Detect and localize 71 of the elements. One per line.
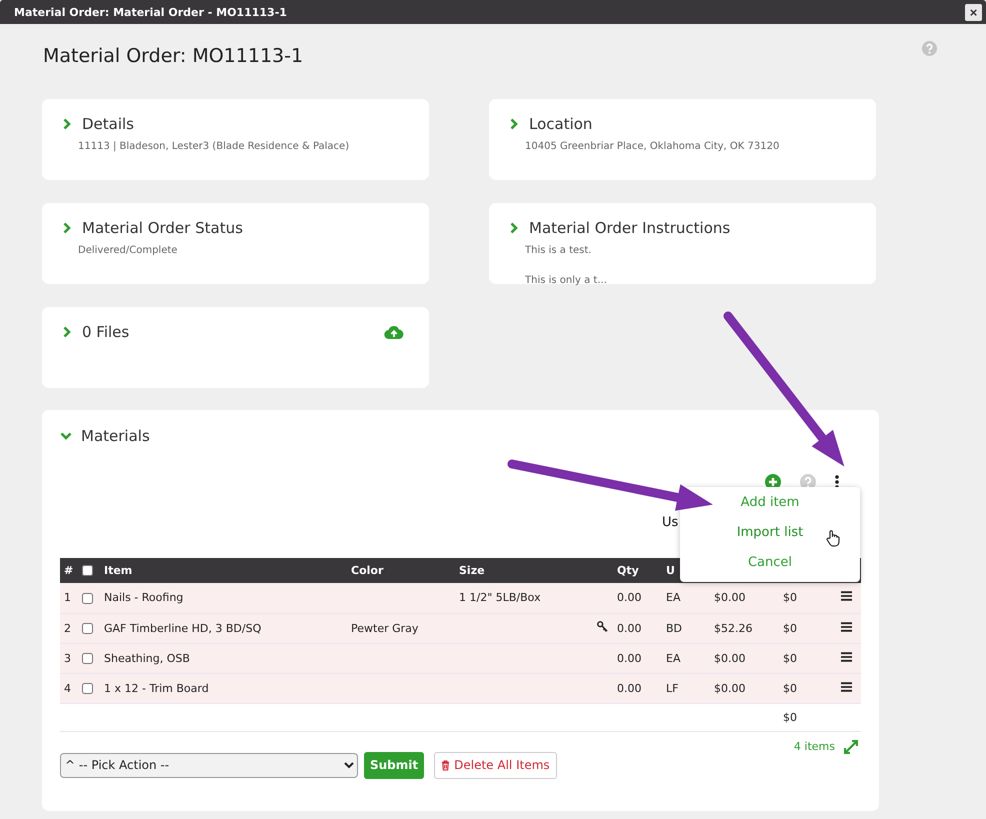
table-cell: EA xyxy=(662,643,710,673)
page-title: Material Order: MO11113-1 xyxy=(43,45,304,67)
table-cell: 0.00 xyxy=(613,583,662,613)
trash-icon xyxy=(441,760,450,770)
card-title[interactable]: Material Order Instructions xyxy=(529,219,858,237)
chevron-right-icon[interactable] xyxy=(61,326,73,338)
table-cell: 0.00 xyxy=(613,643,662,673)
chevron-right-icon[interactable] xyxy=(61,222,73,234)
chevron-right-icon[interactable] xyxy=(61,118,73,130)
card-text: 10405 Greenbriar Place, Oklahoma City, OK 73120 xyxy=(525,141,780,152)
select-all-checkbox[interactable] xyxy=(82,565,93,576)
table-cell: 3 xyxy=(60,643,78,673)
table-cell: BD xyxy=(662,613,710,643)
card-title[interactable]: Material Order Status xyxy=(82,219,411,237)
chevron-down-icon[interactable] xyxy=(60,430,72,442)
table-cell: LF xyxy=(662,673,710,703)
total-cell: $0 xyxy=(779,703,831,731)
card-title[interactable]: Materials xyxy=(81,427,861,445)
hand-cursor-icon xyxy=(826,530,840,547)
row-checkbox[interactable] xyxy=(82,652,93,664)
action-dropdown[interactable]: ^ -- Pick Action -- xyxy=(60,752,358,778)
menu-icon[interactable] xyxy=(840,652,852,662)
table-cell: 0.00 xyxy=(613,673,662,703)
card-title[interactable]: Details xyxy=(82,115,411,133)
partial-text: Us xyxy=(662,515,678,530)
table-cell: 1 xyxy=(60,583,78,613)
table-cell: 2 xyxy=(60,613,78,643)
column-header: Size xyxy=(455,558,593,583)
help-icon xyxy=(922,41,937,56)
table-cell: 4 xyxy=(60,673,78,703)
card-text: This is only a t... xyxy=(525,275,608,286)
table-cell: $0 xyxy=(779,673,831,703)
column-header: # xyxy=(60,558,78,583)
upload-icon[interactable] xyxy=(384,324,404,340)
card-text: This is a test. xyxy=(525,245,592,256)
table-cell: Pewter Gray xyxy=(347,613,455,643)
column-header: Item xyxy=(100,558,347,583)
table-cell: 0.00 xyxy=(613,613,662,643)
table-cell: $0 xyxy=(779,583,831,613)
card-title[interactable]: 0 Files xyxy=(82,323,375,341)
table-cell: $0.00 xyxy=(710,643,779,673)
table-cell: EA xyxy=(662,583,710,613)
window-title: Material Order: Material Order - MO11113-1 xyxy=(14,6,287,18)
row-checkbox[interactable] xyxy=(82,622,93,634)
table-cell: Sheathing, OSB xyxy=(100,643,347,673)
table-cell: 1 1/2" 5LB/Box xyxy=(455,583,593,613)
column-header: Qty xyxy=(613,558,662,583)
card-text: Delivered/Complete xyxy=(78,245,178,256)
table-cell: $0.00 xyxy=(710,583,779,613)
menu-icon[interactable] xyxy=(840,622,852,632)
table-cell: $0 xyxy=(779,643,831,673)
card-title[interactable]: Location xyxy=(529,115,858,133)
table-cell: $0 xyxy=(779,613,831,643)
table-cell: $52.26 xyxy=(710,613,779,643)
row-checkbox[interactable] xyxy=(82,682,93,694)
delete-all-button[interactable]: Delete All Items xyxy=(434,752,557,778)
item-count: 4 items xyxy=(794,740,835,753)
table-cell: GAF Timberline HD, 3 BD/SQ xyxy=(100,613,347,643)
chevron-right-icon[interactable] xyxy=(508,118,520,130)
card-text: 11113 | Bladeson, Lester3 (Blade Residence & Palace) xyxy=(78,141,350,152)
expand-icon[interactable] xyxy=(844,740,858,754)
menu-icon[interactable] xyxy=(840,591,852,602)
menu-icon[interactable] xyxy=(840,682,852,692)
table-cell: $0.00 xyxy=(710,673,779,703)
menu-item[interactable]: Import list xyxy=(680,520,860,550)
chevron-right-icon[interactable] xyxy=(508,222,520,234)
close-button[interactable]: × xyxy=(965,4,982,20)
column-header: Color xyxy=(347,558,455,583)
table-cell: Nails - Roofing xyxy=(100,583,347,613)
table-cell: 1 x 12 - Trim Board xyxy=(100,673,347,703)
row-checkbox[interactable] xyxy=(82,592,93,604)
